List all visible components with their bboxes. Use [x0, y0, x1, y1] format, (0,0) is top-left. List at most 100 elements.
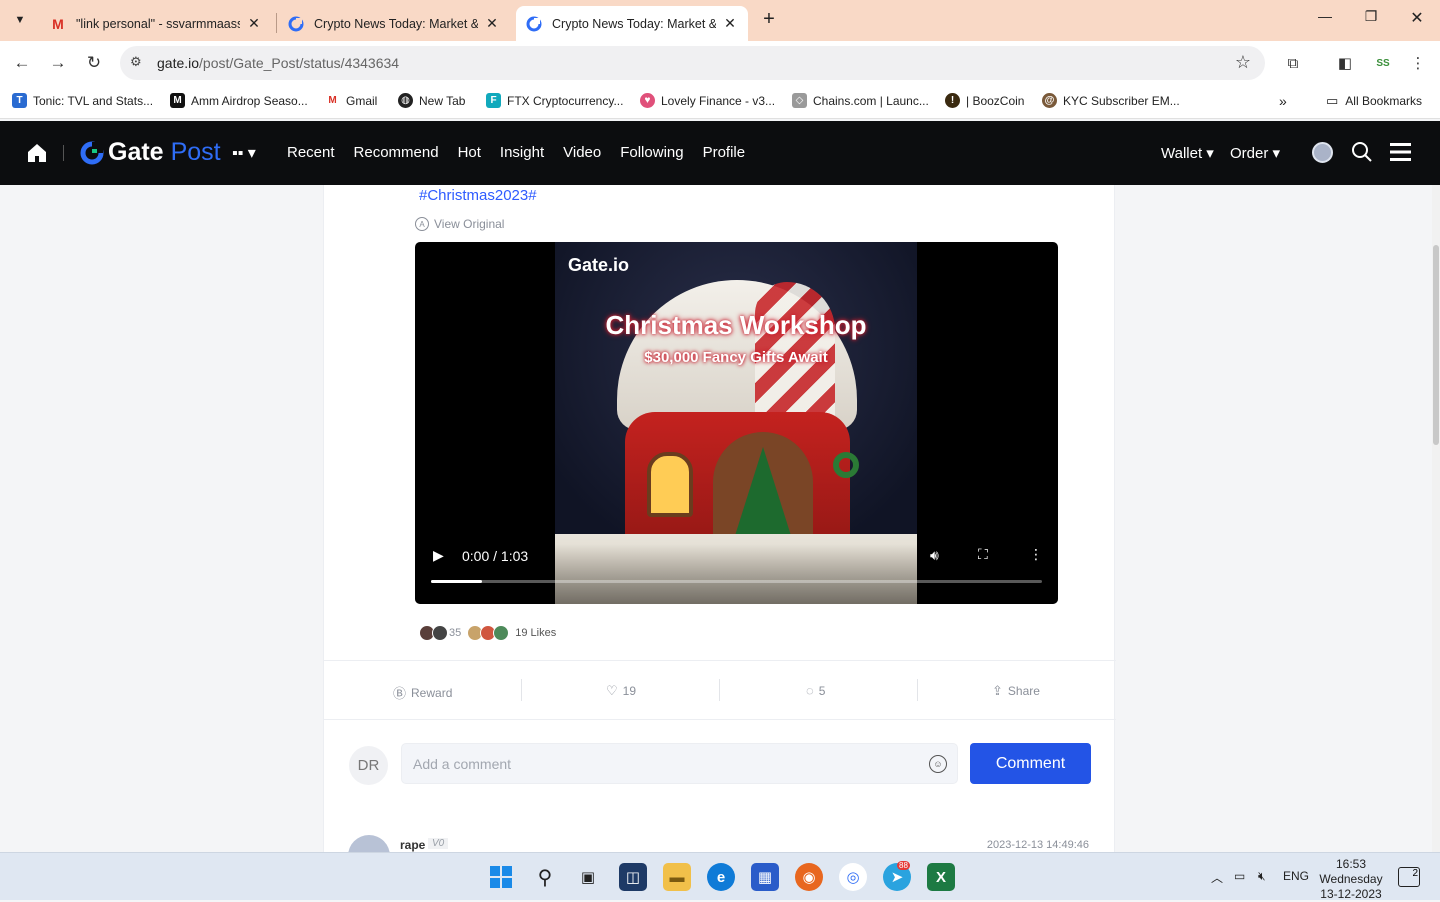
kebab-menu-icon[interactable]: ⋮ [1407, 52, 1429, 74]
volume-muted-icon[interactable]: 🔇︎ [1258, 869, 1266, 884]
bookmark-star-icon[interactable]: ☆ [1235, 52, 1251, 73]
nav-recommend[interactable]: Recommend [354, 144, 439, 161]
bookmark-item[interactable]: ◇ Chains.com | Launc... [792, 93, 929, 108]
bookmark-item[interactable]: ! | BoozCoin [945, 93, 1024, 108]
minimize-icon[interactable]: — [1302, 8, 1348, 24]
close-window-icon[interactable]: ✕ [1394, 8, 1440, 28]
store-icon[interactable]: ▦ [751, 863, 779, 891]
commenter-avatar: DR [349, 746, 388, 785]
nav-insight[interactable]: Insight [500, 144, 544, 161]
excel-icon[interactable]: X [927, 863, 955, 891]
url-path: /post/Gate_Post/status/4343634 [199, 55, 400, 71]
nav-following[interactable]: Following [620, 144, 683, 161]
notification-center-icon[interactable]: 2 [1398, 867, 1420, 887]
tab-separator [276, 13, 277, 33]
volume-icon[interactable]: 🔊︎ [930, 547, 939, 564]
order-dropdown[interactable]: Order ▾ [1230, 144, 1280, 162]
comment-button[interactable]: Comment [970, 743, 1091, 784]
reload-icon[interactable]: ↻ [82, 51, 106, 75]
windows-taskbar: ⚲ ▣ ◫ ▬ e ▦ ◉ ◎ ➤ 88 X ︿ ▭ 🔇︎ ENG 16:53 … [0, 852, 1440, 902]
extensions-icon[interactable]: ⧉ [1282, 52, 1304, 74]
fullscreen-icon[interactable]: ⛶ [978, 546, 988, 563]
liker-avatar [493, 625, 510, 641]
tab-search-chevron-icon[interactable]: ▼ [8, 8, 32, 32]
reward-button[interactable]: Ⓑ Reward [393, 683, 452, 702]
like-button[interactable]: ♡ 19 [606, 683, 636, 699]
close-tab-icon[interactable]: ✕ [722, 15, 738, 32]
tab-gmail[interactable]: M "link personal" - ssvarmmaasso ✕ [40, 6, 272, 41]
comment-count-button[interactable]: ◌ 5 [806, 683, 825, 698]
all-bookmarks-button[interactable]: ▭ All Bookmarks [1326, 93, 1422, 109]
wallet-dropdown[interactable]: Wallet ▾ [1161, 144, 1214, 162]
site-info-icon[interactable]: ⚙ [130, 54, 142, 70]
folder-icon: ▭ [1326, 93, 1339, 108]
file-explorer-icon[interactable]: ▬ [663, 863, 691, 891]
hashtag-link[interactable]: #Christmas2023# [419, 187, 537, 204]
video-progress-bar[interactable] [431, 580, 1042, 583]
hamburger-menu-icon[interactable] [1390, 142, 1411, 162]
task-view-icon[interactable]: ▣ [574, 863, 602, 891]
comment-field[interactable]: ☺ [401, 743, 958, 784]
scrollbar-thumb[interactable] [1433, 245, 1439, 445]
close-tab-icon[interactable]: ✕ [484, 15, 500, 32]
profile-icon[interactable]: SS [1372, 52, 1394, 74]
video-player[interactable]: Gate.io Christmas Workshop $30,000 Fancy… [415, 242, 1058, 604]
comment-input[interactable] [413, 754, 913, 774]
ftx-icon: F [486, 93, 501, 108]
play-icon[interactable]: ▶ [433, 547, 444, 564]
bookmark-item[interactable]: ♥ Lovely Finance - v3... [640, 93, 775, 108]
language-indicator[interactable]: ENG [1283, 869, 1309, 883]
edge-icon[interactable]: e [707, 863, 735, 891]
search-icon[interactable] [1351, 141, 1373, 163]
chrome-icon[interactable]: ◎ [839, 863, 867, 891]
video-more-icon[interactable]: ⋮ [1029, 546, 1043, 563]
bookmark-item[interactable]: F FTX Cryptocurrency... [486, 93, 623, 108]
nav-video[interactable]: Video [563, 144, 601, 161]
bookmark-item[interactable]: T Tonic: TVL and Stats... [12, 93, 153, 108]
back-arrow-icon[interactable]: ← [10, 51, 34, 75]
url-text[interactable]: gate.io/post/Gate_Post/status/4343634 [157, 55, 399, 71]
gate-post-logo[interactable]: Gate Post [80, 138, 221, 167]
close-tab-icon[interactable]: ✕ [246, 15, 262, 32]
more-bookmarks-chevron-icon[interactable]: » [1279, 93, 1287, 109]
network-icon[interactable]: ▭ [1234, 869, 1245, 883]
tray-chevron-up-icon[interactable]: ︿ [1211, 869, 1223, 886]
view-original-link[interactable]: A View Original [415, 217, 504, 231]
widgets-icon[interactable]: ◫ [619, 863, 647, 891]
heart-icon: ♡ [606, 683, 618, 698]
bookmark-item[interactable]: ◍ New Tab [398, 93, 465, 108]
forward-arrow-icon[interactable]: → [46, 51, 70, 75]
logo-text: Gate [108, 138, 164, 166]
search-icon[interactable]: ⚲ [531, 863, 559, 891]
firefox-icon[interactable]: ◉ [795, 863, 823, 891]
share-button[interactable]: ⇪ Share [992, 683, 1040, 699]
gate-icon [288, 16, 304, 32]
page-scrollbar[interactable] [1432, 185, 1440, 852]
windows-start-icon[interactable] [487, 863, 515, 891]
bookmark-item[interactable]: M Amm Airdrop Seaso... [170, 93, 308, 108]
likes-summary[interactable]: 35 19 Likes [419, 625, 556, 641]
apps-grid-icon[interactable]: ▪▪ ▾ [232, 143, 256, 163]
scene-window [647, 452, 693, 517]
address-bar[interactable]: ⚙ gate.io/post/Gate_Post/status/4343634 … [120, 46, 1265, 80]
bookmark-label: | BoozCoin [966, 93, 1025, 108]
nav-recent[interactable]: Recent [287, 144, 335, 161]
system-clock[interactable]: 16:53 Wednesday 13-12-2023 [1318, 857, 1384, 902]
reply-username[interactable]: rape [400, 838, 425, 852]
home-icon[interactable] [26, 142, 48, 164]
bookmark-item[interactable]: M Gmail [325, 93, 377, 108]
user-avatar[interactable] [1312, 142, 1333, 163]
tab-crypto-news-active[interactable]: Crypto News Today: Market & T ✕ [516, 6, 748, 41]
tab-crypto-news-1[interactable]: Crypto News Today: Market & T ✕ [278, 6, 510, 41]
new-tab-button[interactable]: + [758, 8, 780, 32]
side-panel-icon[interactable]: ◧ [1334, 52, 1356, 74]
video-progress-fill [431, 580, 482, 583]
liker-count: 35 [449, 627, 462, 639]
gmail-icon: M [325, 93, 340, 108]
nav-hot[interactable]: Hot [458, 144, 481, 161]
globe-icon: ◍ [398, 93, 413, 108]
emoji-icon[interactable]: ☺ [929, 755, 947, 773]
restore-icon[interactable]: ❐ [1348, 8, 1394, 25]
nav-profile[interactable]: Profile [703, 144, 746, 161]
bookmark-item[interactable]: @ KYC Subscriber EM... [1042, 93, 1180, 108]
